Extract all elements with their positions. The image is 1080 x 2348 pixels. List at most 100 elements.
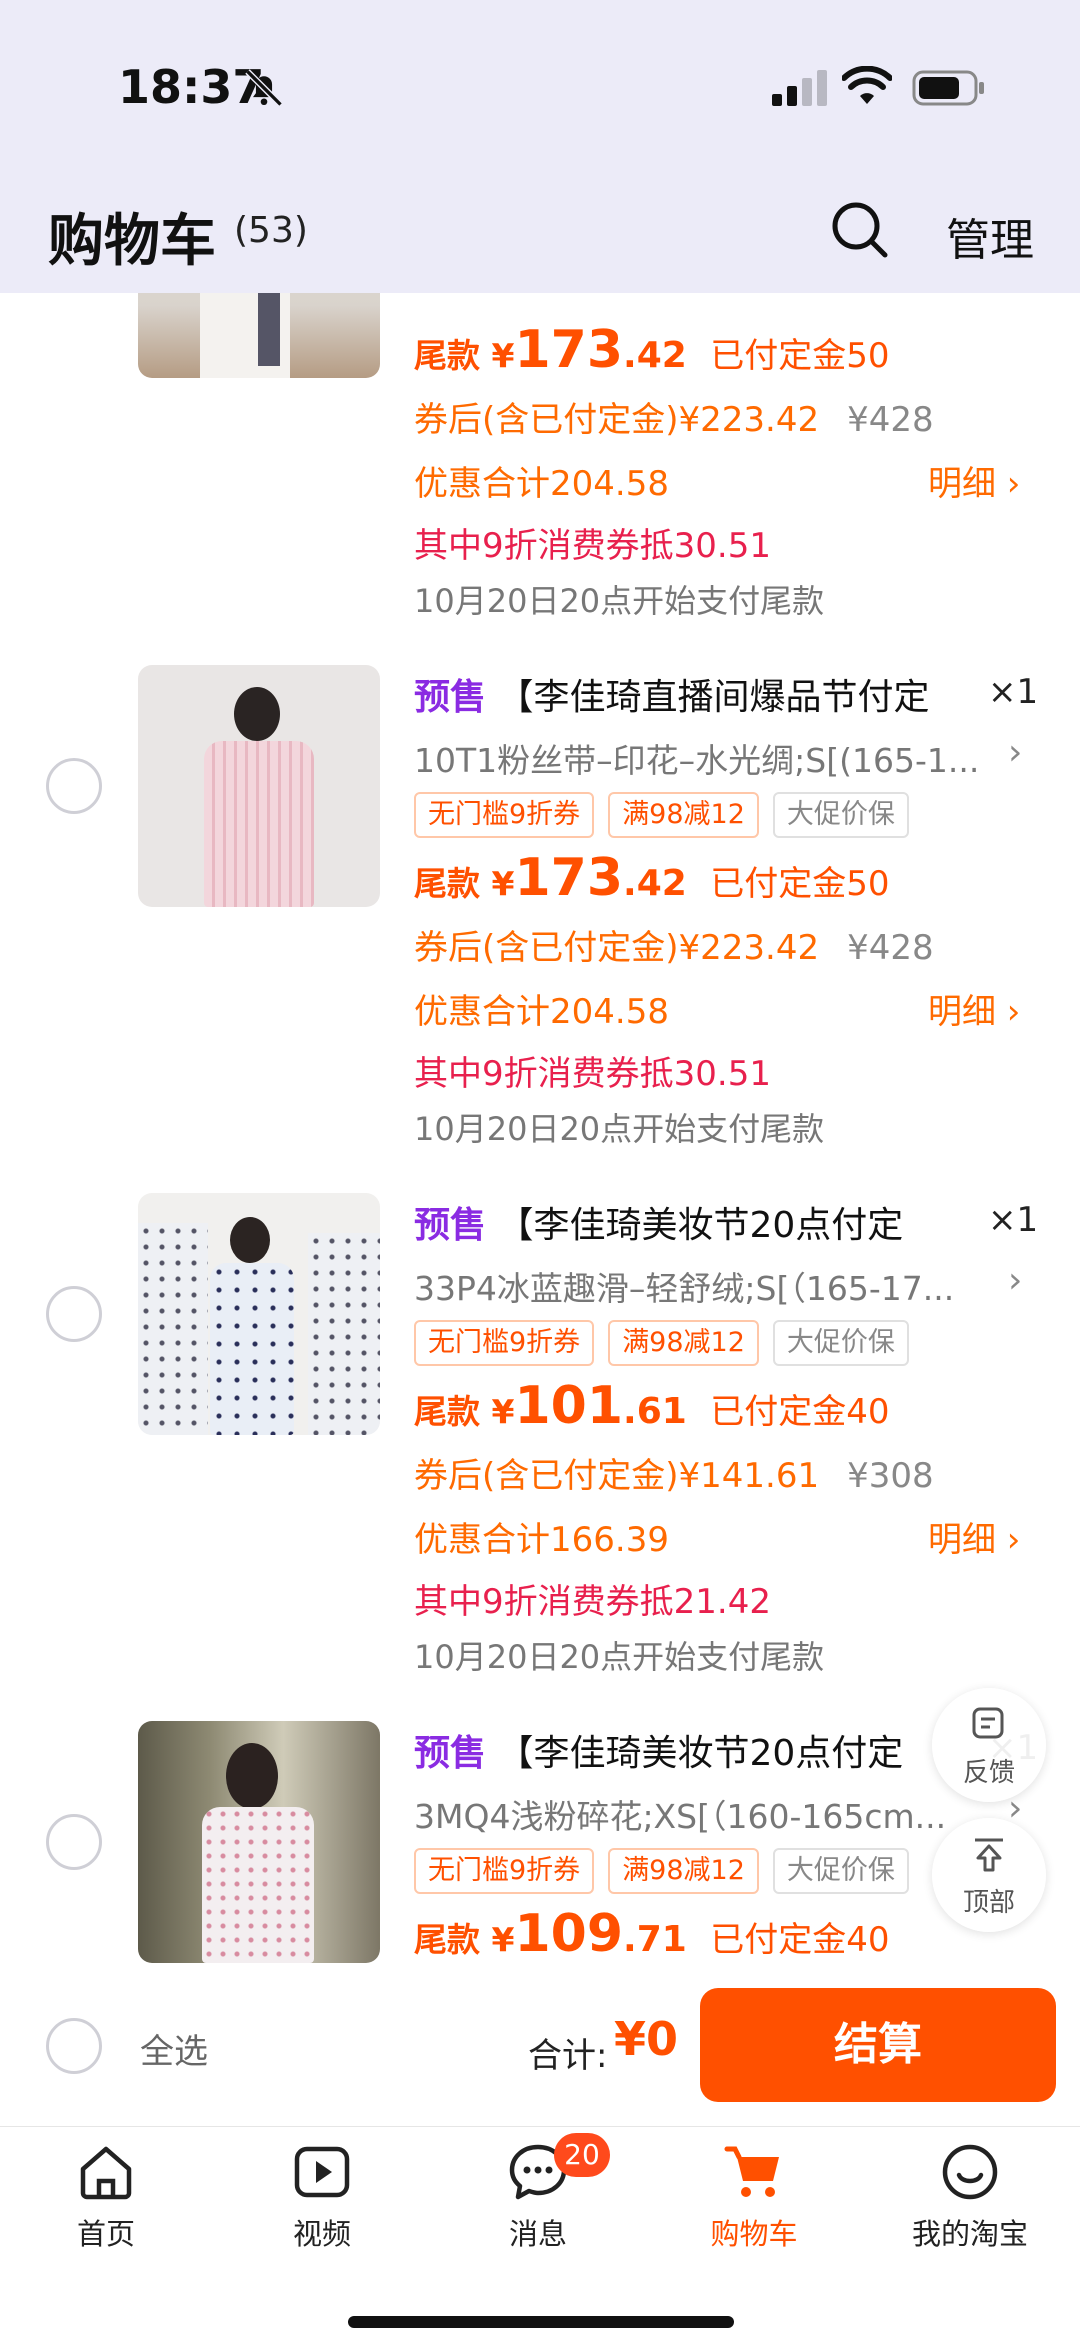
coupon-tag: 无门槛9折券 — [414, 1848, 595, 1894]
presale-label: 预售 — [414, 677, 487, 718]
after-coupon-price: 券后(含已付定金)¥141.61 — [414, 1456, 820, 1496]
cart-count: (53) — [234, 210, 308, 251]
sku-selector[interactable]: 3MQ4浅粉碎花;XS[（160-165cm... — [414, 1790, 946, 1838]
presale-label: 预售 — [414, 1205, 487, 1246]
chevron-right-icon[interactable]: › — [1008, 732, 1022, 773]
manage-button[interactable]: 管理 — [946, 204, 1034, 268]
tab-label: 消息 — [508, 2217, 567, 2251]
price-protect-tag: 大促价保 — [772, 1320, 909, 1366]
after-coupon-price: 券后(含已付定金)¥223.42 — [414, 400, 820, 440]
tab-profile[interactable]: 我的淘宝 — [880, 2141, 1060, 2253]
balance-pay-time: 10月20日20点开始支付尾款 — [414, 582, 825, 620]
after-coupon-price: 券后(含已付定金)¥223.42 — [414, 928, 820, 968]
select-all-checkbox[interactable] — [46, 2018, 102, 2074]
balance-label: 尾款 — [414, 864, 480, 903]
deposit-paid: 已付定金50 — [710, 336, 890, 376]
deposit-paid: 已付定金50 — [710, 864, 890, 904]
coupon-note: 其中9折消费券抵30.51 — [414, 526, 771, 566]
product-image[interactable] — [138, 665, 380, 907]
back-to-top-button[interactable]: 顶部 — [932, 1818, 1046, 1932]
item-checkbox[interactable] — [46, 1814, 102, 1870]
coupon-note: 其中9折消费券抵30.51 — [414, 1054, 771, 1094]
feedback-label: 反馈 — [962, 1758, 1015, 1788]
total-value: ¥0 — [614, 2012, 679, 2066]
price-protect-tag: 大促价保 — [772, 1848, 909, 1894]
cart-icon — [724, 2146, 779, 2197]
coupon-tag: 无门槛9折券 — [414, 1320, 595, 1366]
product-image[interactable] — [138, 1193, 380, 1435]
product-name[interactable]: 【李佳琦直播间爆品节付定 — [497, 677, 929, 718]
promo-tag: 满98减12 — [608, 1320, 759, 1366]
balance-integer: 173 — [514, 848, 624, 908]
currency: ¥ — [491, 336, 515, 375]
promo-tag: 满98减12 — [608, 1848, 759, 1894]
unread-badge: 20 — [554, 2133, 610, 2177]
balance-integer: 173 — [514, 320, 624, 380]
sku-selector[interactable]: 33P4冰蓝趣滑–轻舒绒;S[（165-17... — [414, 1262, 954, 1310]
item-checkbox[interactable] — [46, 758, 102, 814]
discount-total: 优惠合计204.58 — [414, 992, 669, 1032]
original-price: ¥428 — [847, 400, 934, 440]
profile-icon — [942, 2144, 998, 2200]
tab-home[interactable]: 首页 — [16, 2141, 196, 2253]
header-bar: 18:37 购物车 (53) 管理 — [0, 0, 1080, 293]
detail-link[interactable]: 明细 › — [928, 1512, 1020, 1561]
top-label: 顶部 — [962, 1888, 1015, 1918]
tab-video[interactable]: 视频 — [232, 2141, 412, 2253]
detail-link[interactable]: 明细 › — [928, 984, 1020, 1033]
feedback-button[interactable]: 反馈 — [932, 1688, 1046, 1802]
wifi-icon — [842, 66, 892, 104]
chevron-right-icon[interactable]: › — [1008, 1260, 1022, 1301]
discount-total: 优惠合计166.39 — [414, 1520, 669, 1560]
bottom-tab-bar: 首页 视频 20 消息 购物车 我的淘宝 — [0, 2126, 1080, 2348]
page-title: 购物车 — [48, 209, 216, 274]
tab-cart[interactable]: 购物车 — [664, 2141, 844, 2253]
home-indicator[interactable] — [348, 2316, 734, 2328]
search-icon[interactable] — [830, 200, 890, 260]
balance-decimal: .71 — [623, 1919, 687, 1960]
total-label: 合计: — [528, 2036, 608, 2076]
balance-decimal: .42 — [623, 863, 687, 904]
currency: ¥ — [491, 1392, 515, 1431]
feedback-icon — [972, 1707, 1004, 1739]
balance-decimal: .61 — [623, 1391, 687, 1432]
product-image[interactable] — [138, 1721, 380, 1963]
sku-selector[interactable]: 10T1粉丝带–印花–水光绸;S[(165-1... — [414, 734, 979, 782]
checkout-button[interactable]: 结算 — [700, 1988, 1056, 2102]
balance-pay-time: 10月20日20点开始支付尾款 — [414, 1110, 825, 1148]
balance-integer: 101 — [514, 1376, 624, 1436]
bell-muted-icon — [245, 69, 283, 107]
balance-integer: 109 — [514, 1904, 624, 1964]
tab-label: 首页 — [76, 2217, 135, 2251]
balance-label: 尾款 — [414, 336, 480, 375]
currency: ¥ — [491, 1920, 515, 1959]
battery-icon — [912, 70, 984, 106]
coupon-tag: 无门槛9折券 — [414, 792, 595, 838]
quantity: ×1 — [988, 672, 1039, 712]
presale-label: 预售 — [414, 1733, 487, 1774]
product-name[interactable]: 【李佳琦美妆节20点付定 — [497, 1205, 903, 1246]
deposit-paid: 已付定金40 — [710, 1392, 890, 1432]
item-checkbox[interactable] — [46, 1286, 102, 1342]
tab-label: 视频 — [292, 2217, 351, 2251]
balance-decimal: .42 — [623, 335, 687, 376]
video-icon — [294, 2146, 350, 2198]
discount-total: 优惠合计204.58 — [414, 464, 669, 504]
select-all-label[interactable]: 全选 — [140, 2024, 208, 2073]
balance-label: 尾款 — [414, 1392, 480, 1431]
original-price: ¥308 — [847, 1456, 934, 1496]
cellular-signal-icon — [772, 70, 827, 106]
tab-label: 购物车 — [710, 2217, 798, 2251]
deposit-paid: 已付定金40 — [710, 1920, 890, 1960]
promo-tag: 满98减12 — [608, 792, 759, 838]
detail-link[interactable]: 明细 › — [928, 456, 1020, 505]
balance-label: 尾款 — [414, 1920, 480, 1959]
coupon-note: 其中9折消费券抵21.42 — [414, 1582, 771, 1622]
balance-pay-time: 10月20日20点开始支付尾款 — [414, 1638, 825, 1676]
currency: ¥ — [491, 864, 515, 903]
checkout-bar: 全选 合计: ¥0 结算 — [0, 1968, 1080, 2126]
product-name[interactable]: 【李佳琦美妆节20点付定 — [497, 1733, 903, 1774]
tab-messages[interactable]: 20 消息 — [448, 2133, 628, 2253]
quantity: ×1 — [988, 1200, 1039, 1240]
arrow-up-icon — [975, 1838, 1003, 1872]
